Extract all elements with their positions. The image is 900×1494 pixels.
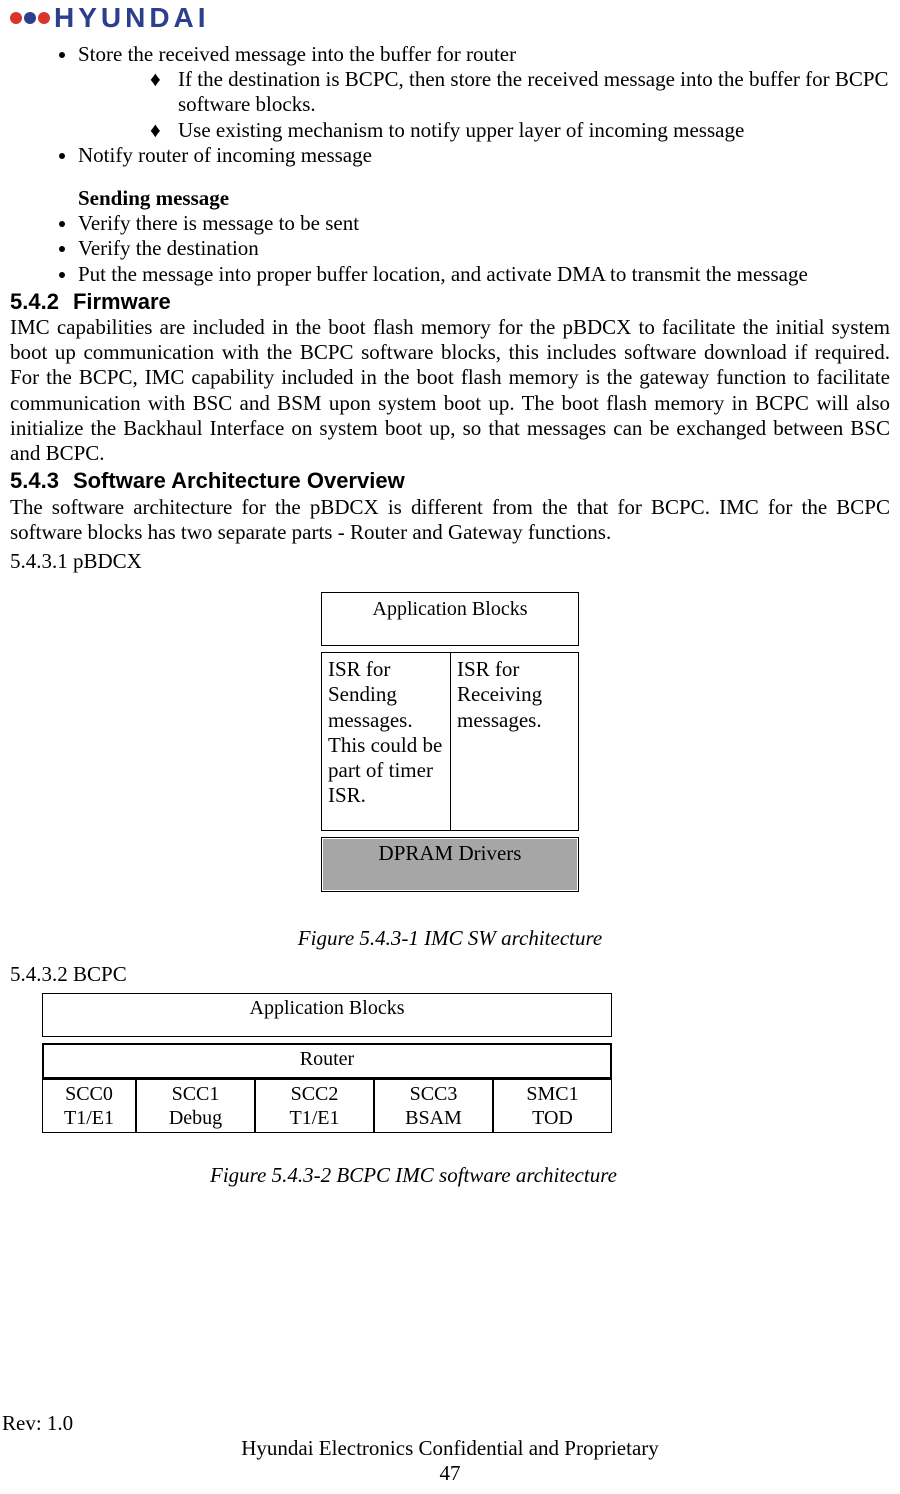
paragraph-5-4-2: IMC capabilities are included in the boo… bbox=[10, 315, 890, 466]
bullet-text: Put the message into proper buffer locat… bbox=[78, 262, 808, 286]
diagram-cell-smc1: SMC1 TOD bbox=[493, 1079, 612, 1133]
diagram-row-isr: ISR for Sending messages. This could be … bbox=[321, 652, 579, 831]
diagram-row-app: Application Blocks bbox=[42, 993, 612, 1037]
list-item: Verify there is message to be sent bbox=[78, 211, 890, 236]
list-item: Store the received message into the buff… bbox=[78, 42, 890, 143]
list-item: Verify the destination bbox=[78, 236, 890, 261]
footer-revision: Rev: 1.0 bbox=[0, 1411, 900, 1436]
receiving-list: Store the received message into the buff… bbox=[10, 42, 890, 168]
page: HYUNDAI Store the received message into … bbox=[0, 0, 900, 1494]
list-item: Put the message into proper buffer locat… bbox=[78, 262, 890, 287]
diamond-text: Use existing mechanism to notify upper l… bbox=[178, 118, 744, 142]
logo-dot-mid bbox=[24, 12, 36, 24]
diagram-row-router: Router bbox=[42, 1043, 612, 1079]
cell-line2: TOD bbox=[532, 1107, 573, 1129]
diagram-box-router: Router bbox=[43, 1044, 611, 1078]
diagram-cell-scc0: SCC0 T1/E1 bbox=[42, 1079, 136, 1133]
heading-5-4-3-1: 5.4.3.1 pBDCX bbox=[10, 549, 890, 574]
logo-dots bbox=[10, 12, 50, 24]
diagram-box-application: Application Blocks bbox=[321, 592, 579, 646]
cell-line1: SCC0 bbox=[65, 1083, 113, 1105]
heading-5-4-2: 5.4.2 Firmware bbox=[10, 289, 890, 315]
cell-line1: SCC2 bbox=[291, 1083, 339, 1105]
cell-line2: BSAM bbox=[405, 1107, 462, 1129]
list-item: Notify router of incoming message bbox=[78, 143, 890, 168]
logo-dot-right bbox=[38, 12, 50, 24]
heading-number: 5.4.2 bbox=[10, 289, 59, 314]
logo-text: HYUNDAI bbox=[54, 2, 210, 34]
bullet-text: Verify there is message to be sent bbox=[78, 211, 359, 235]
diagram-box-isr-recv: ISR for Receiving messages. bbox=[450, 652, 579, 831]
page-footer: Rev: 1.0 Hyundai Electronics Confidentia… bbox=[0, 1411, 900, 1486]
diagram-cell-scc2: SCC2 T1/E1 bbox=[255, 1079, 374, 1133]
bullet-text: Notify router of incoming message bbox=[78, 143, 372, 167]
diamond-text: If the destination is BCPC, then store t… bbox=[178, 67, 889, 116]
sending-heading: Sending message bbox=[10, 186, 890, 211]
bullet-text: Store the received message into the buff… bbox=[78, 42, 516, 66]
list-item: If the destination is BCPC, then store t… bbox=[178, 67, 890, 117]
bullet-text: Verify the destination bbox=[78, 236, 259, 260]
heading-title: Software Architecture Overview bbox=[73, 468, 405, 493]
sending-list: Verify there is message to be sent Verif… bbox=[10, 211, 890, 287]
diagram-box-dpram: DPRAM Drivers bbox=[322, 838, 578, 891]
heading-5-4-3: 5.4.3 Software Architecture Overview bbox=[10, 468, 890, 494]
footer-confidential: Hyundai Electronics Confidential and Pro… bbox=[0, 1436, 900, 1461]
cell-line1: SCC1 bbox=[172, 1083, 220, 1105]
cell-line2: Debug bbox=[169, 1107, 222, 1129]
heading-number: 5.4.3 bbox=[10, 468, 59, 493]
paragraph-5-4-3: The software architecture for the pBDCX … bbox=[10, 495, 890, 545]
diagram-row-channels: SCC0 T1/E1 SCC1 Debug SCC2 T1/E1 SCC3 BS… bbox=[42, 1079, 612, 1133]
diagram-box-isr-send: ISR for Sending messages. This could be … bbox=[321, 652, 450, 831]
list-item: Use existing mechanism to notify upper l… bbox=[178, 118, 890, 143]
diagram-cell-scc1: SCC1 Debug bbox=[136, 1079, 255, 1133]
diagram-bcpc: Application Blocks Router SCC0 T1/E1 SCC… bbox=[42, 993, 612, 1133]
heading-title: Firmware bbox=[73, 289, 171, 314]
figure-caption-1: Figure 5.4.3-1 IMC SW architecture bbox=[10, 926, 890, 951]
footer-page-number: 47 bbox=[0, 1461, 900, 1486]
body-content: Store the received message into the buff… bbox=[10, 42, 890, 1188]
receiving-sublist: If the destination is BCPC, then store t… bbox=[78, 67, 890, 143]
logo-dot-left bbox=[10, 12, 22, 24]
figure-caption-2: Figure 5.4.3-2 BCPC IMC software archite… bbox=[10, 1163, 890, 1188]
cell-line1: SMC1 bbox=[526, 1083, 578, 1105]
cell-line1: SCC3 bbox=[410, 1083, 458, 1105]
cell-line2: T1/E1 bbox=[64, 1107, 114, 1129]
header-logo: HYUNDAI bbox=[10, 0, 890, 34]
diagram-box-application: Application Blocks bbox=[42, 993, 612, 1037]
cell-line2: T1/E1 bbox=[290, 1107, 340, 1129]
heading-5-4-3-2: 5.4.3.2 BCPC bbox=[10, 962, 890, 987]
diagram-pbdcx: Application Blocks ISR for Sending messa… bbox=[321, 592, 579, 892]
diagram-box-dpram-outer: DPRAM Drivers bbox=[321, 837, 579, 892]
diagram-cell-scc3: SCC3 BSAM bbox=[374, 1079, 493, 1133]
